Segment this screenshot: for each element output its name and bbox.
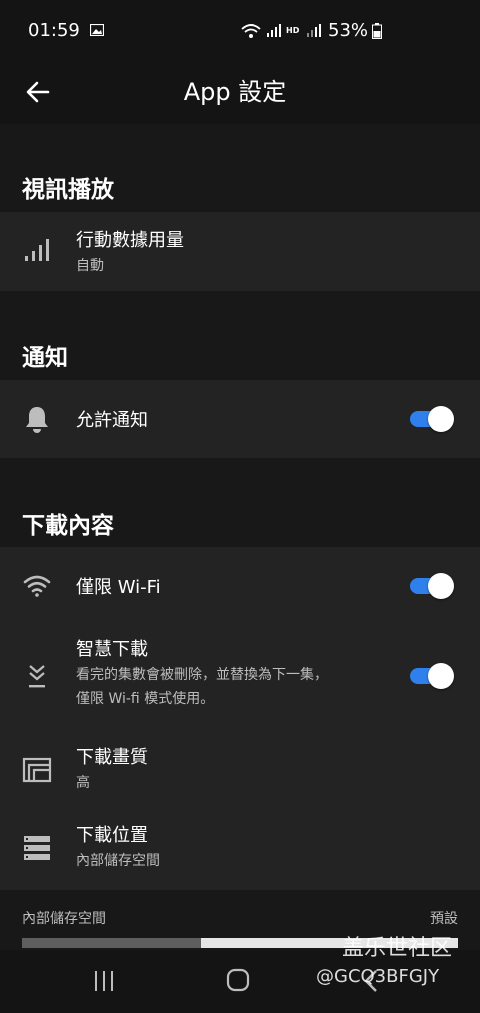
battery-icon xyxy=(372,23,382,39)
wifi-only-toggle[interactable] xyxy=(410,573,454,599)
home-icon[interactable] xyxy=(226,968,250,992)
download-quality-value: 高 xyxy=(76,775,90,791)
watermark-text: 盖乐世社区 xyxy=(342,936,453,961)
storage-used-fill xyxy=(22,938,201,948)
settings-row-mobile-data[interactable]: 行動數據用量 自動 xyxy=(0,212,480,291)
settings-row-smart-downloads[interactable]: 智慧下載 看完的集數會被刪除，並替換為下一集， 僅限 Wi-fi 模式使用。 xyxy=(0,625,480,725)
download-quality-title: 下載畫質 xyxy=(76,747,148,768)
card-notifications: 允許通知 xyxy=(0,380,480,458)
card-downloads: 僅限 Wi-Fi 智慧下載 看完的集數會被刪除，並替換為下一集， 僅限 Wi-f… xyxy=(0,547,480,890)
hd-icon: HD xyxy=(286,26,300,35)
wifi-calling-icon xyxy=(241,24,261,38)
storage-default-label: 預設 xyxy=(430,911,458,927)
smart-downloads-toggle[interactable] xyxy=(410,663,454,689)
storage-icon xyxy=(24,836,50,860)
toggle-knob xyxy=(428,663,454,689)
settings-row-wifi-only[interactable]: 僅限 Wi-Fi xyxy=(0,547,480,625)
settings-row-download-quality[interactable]: 下載畫質 高 xyxy=(0,731,480,809)
mobile-data-value: 自動 xyxy=(76,258,104,274)
wifi-icon xyxy=(23,575,51,597)
smart-downloads-title: 智慧下載 xyxy=(76,639,148,660)
storage-label: 內部儲存空間 xyxy=(22,911,106,927)
wifi-only-title: 僅限 Wi-Fi xyxy=(76,577,161,598)
card-video: 行動數據用量 自動 xyxy=(0,212,480,291)
download-location-title: 下載位置 xyxy=(76,825,148,846)
download-location-value: 內部儲存空間 xyxy=(76,853,160,869)
signal-icon xyxy=(267,24,281,37)
section-header-video: 視訊播放 xyxy=(22,177,114,203)
video-quality-icon xyxy=(22,757,52,783)
allow-notifications-title: 允許通知 xyxy=(76,410,148,431)
toggle-knob xyxy=(428,573,454,599)
section-header-notifications: 通知 xyxy=(22,345,68,371)
settings-content: 視訊播放 行動數據用量 自動 通知 允許通知 下載內容 僅限 Wi-Fi 智慧下… xyxy=(0,124,480,950)
image-icon xyxy=(90,24,104,36)
settings-row-download-location[interactable]: 下載位置 內部儲存空間 xyxy=(0,809,480,890)
section-header-downloads: 下載內容 xyxy=(22,513,114,539)
bell-icon xyxy=(26,407,48,433)
smart-downloads-description-2: 僅限 Wi-fi 模式使用。 xyxy=(76,691,215,707)
page-title: App 設定 xyxy=(183,78,287,106)
smart-download-icon xyxy=(29,665,45,688)
app-bar: App 設定 xyxy=(0,60,480,124)
toggle-knob xyxy=(428,406,454,432)
watermark-id: @GCQ3BFGJY xyxy=(316,966,440,987)
settings-row-allow-notifications[interactable]: 允許通知 xyxy=(0,380,480,458)
battery-percent: 53% xyxy=(328,20,369,41)
signal-icon xyxy=(307,24,321,37)
status-bar: 01:59 HD 53% xyxy=(0,0,480,60)
recent-apps-icon[interactable] xyxy=(92,968,116,994)
cellular-data-icon xyxy=(25,239,49,261)
status-time: 01:59 xyxy=(28,20,80,41)
svg-text:HD: HD xyxy=(286,26,300,35)
smart-downloads-description-1: 看完的集數會被刪除，並替換為下一集， xyxy=(76,667,328,683)
allow-notifications-toggle[interactable] xyxy=(410,406,454,432)
mobile-data-title: 行動數據用量 xyxy=(76,230,184,251)
